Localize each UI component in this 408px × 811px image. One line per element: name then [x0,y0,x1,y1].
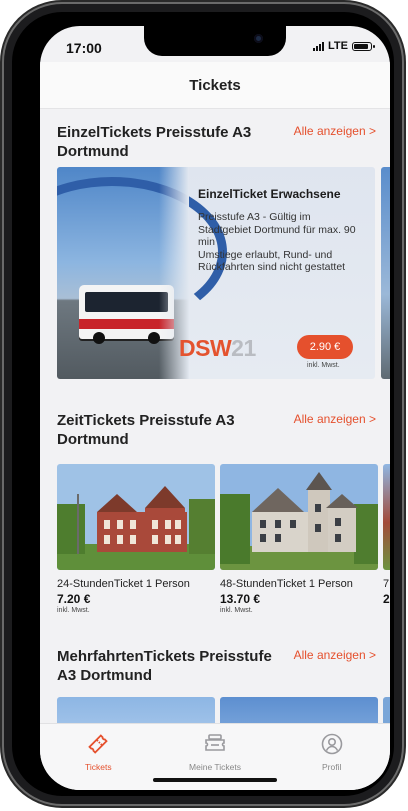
tab-profil[interactable]: Profil [273,724,390,790]
next-card-peek[interactable] [381,167,390,379]
ticket-price: 7.20 € [57,592,91,606]
dsw21-logo: DSW21 [179,335,256,361]
section-einzeltickets: EinzelTickets Preisstufe A3 Dortmund All… [40,109,390,409]
ticket-card-image[interactable] [220,697,378,724]
section-title: ZeitTickets Preisstufe A3 Dortmund [57,412,235,448]
tab-label: Profil [321,762,342,772]
tab-label: Tickets [85,762,112,772]
section-mehrfahrtentickets: MehrfahrtenTickets Preisstufe A3 Dortmun… [40,639,390,724]
ticket-price: 13.70 € [220,592,261,606]
tab-bar: Tickets Meine Tickets Profil [40,723,390,790]
price-note: inkl. Mwst. [220,607,253,614]
ticket-card-24h[interactable]: 24-StundenTicket 1 Person 7.20 € inkl. M… [57,464,215,614]
tab-tickets[interactable]: Tickets [40,724,157,790]
battery-icon [352,41,375,51]
profile-icon [321,733,342,755]
status-time: 17:00 [66,40,102,56]
tab-label: Meine Tickets [189,762,241,772]
ticket-card-48h[interactable]: 48-StundenTicket 1 Person 13.70 € inkl. … [220,464,378,614]
page-title: Tickets [189,76,241,94]
ticket-icon [88,734,109,754]
show-all-link[interactable]: Alle anzeigen > [294,124,376,161]
show-all-link[interactable]: Alle anzeigen > [294,412,376,449]
castle-photo [220,464,378,570]
notch [144,26,286,56]
section-zeittickets: ZeitTickets Preisstufe A3 Dortmund Alle … [40,409,390,639]
my-tickets-icon [205,734,225,751]
price-button[interactable]: 2.90 € [297,335,353,359]
price-note: inkl. Mwst. [57,607,90,614]
bus-bridge-photo [57,167,227,379]
camera-icon [254,34,263,43]
ticket-name: 48-StundenTicket 1 Person [220,578,353,590]
phone-frame: 17:00 LTE Tickets EinzelTickets Preisstu… [4,4,402,804]
next-card-peek[interactable]: 7 2 [383,464,390,606]
ticket-card-einzelticket[interactable]: EinzelTicket Erwachsene Preisstufe A3 - … [57,167,375,379]
ticket-name: 24-StundenTicket 1 Person [57,578,190,590]
ticket-name: 7 [383,578,390,590]
home-indicator[interactable] [153,778,277,782]
price-note: inkl. Mwst. [307,362,340,369]
nav-bar: Tickets [40,62,390,109]
next-card-peek[interactable] [383,697,390,724]
card-title: EinzelTicket Erwachsene [198,187,341,201]
ticket-price: 2 [383,592,390,606]
signal-icon [313,41,325,51]
section-title: MehrfahrtenTickets Preisstufe A3 Dortmun… [57,648,272,684]
ticket-card-image[interactable] [57,697,215,724]
network-label: LTE [328,40,348,52]
building-photo [57,464,215,570]
ticket-list[interactable]: EinzelTickets Preisstufe A3 Dortmund All… [40,109,390,724]
card-description: Preisstufe A3 - Gültig im Stadtgebiet Do… [198,211,356,273]
section-title: EinzelTickets Preisstufe A3 Dortmund [57,124,252,160]
show-all-link[interactable]: Alle anzeigen > [294,648,376,685]
app-screen: 17:00 LTE Tickets EinzelTickets Preisstu… [40,26,390,790]
